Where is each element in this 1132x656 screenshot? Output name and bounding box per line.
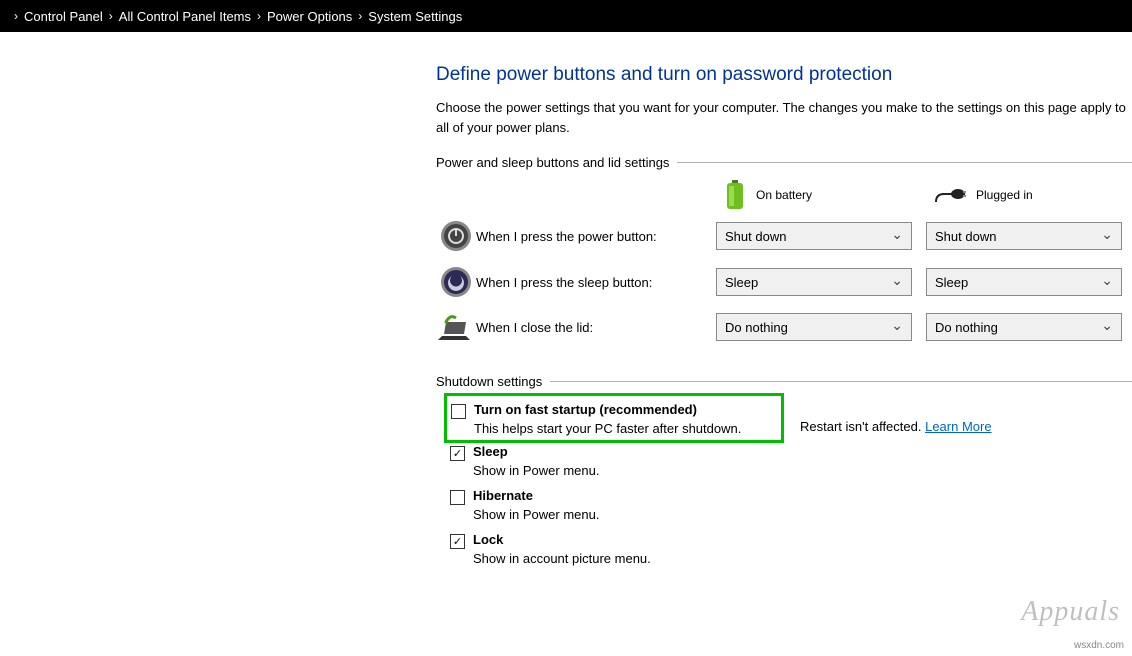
plug-icon (934, 184, 966, 206)
breadcrumb-item[interactable]: Control Panel (24, 9, 103, 24)
checkbox-label: Lock (473, 532, 503, 547)
row-label: When I press the sleep button: (476, 275, 716, 290)
power-button-icon (440, 220, 472, 252)
sleep-button-icon (440, 266, 472, 298)
breadcrumb-item[interactable]: All Control Panel Items (119, 9, 251, 24)
checkbox-description: Show in account picture menu. (473, 551, 1132, 566)
checkbox-lock[interactable]: ✓ (450, 534, 465, 549)
select-lid-plugged[interactable]: Do nothing (926, 313, 1122, 341)
row-label: When I press the power button: (476, 229, 716, 244)
select-power-battery[interactable]: Shut down (716, 222, 912, 250)
section-legend: Shutdown settings (436, 374, 550, 389)
page-title: Define power buttons and turn on passwor… (436, 64, 1132, 86)
row-power-button: When I press the power button: Shut down… (436, 220, 1132, 252)
select-power-plugged[interactable]: Shut down (926, 222, 1122, 250)
watermark-brand: Appuals (1021, 596, 1120, 628)
column-header-plugged: Plugged in (934, 184, 1130, 206)
chevron-right-icon: › (14, 9, 18, 23)
laptop-lid-icon (438, 312, 474, 342)
checkbox-description-trail: Restart isn't affected. Learn More (800, 419, 1132, 434)
checkbox-sleep[interactable]: ✓ (450, 446, 465, 461)
row-sleep-button: When I press the sleep button: Sleep Sle… (436, 266, 1132, 298)
select-sleep-battery[interactable]: Sleep (716, 268, 912, 296)
chevron-right-icon: › (109, 9, 113, 23)
select-sleep-plugged[interactable]: Sleep (926, 268, 1122, 296)
breadcrumb-bar: › Control Panel › All Control Panel Item… (0, 0, 1132, 32)
row-close-lid: When I close the lid: Do nothing Do noth… (436, 312, 1132, 342)
section-buttons-lid: Power and sleep buttons and lid settings… (436, 155, 1132, 356)
annotation-highlight: Turn on fast startup (recommended) This … (444, 393, 784, 443)
section-legend: Power and sleep buttons and lid settings (436, 155, 677, 170)
learn-more-link[interactable]: Learn More (925, 419, 991, 434)
checkbox-hibernate[interactable] (450, 490, 465, 505)
watermark-source: wsxdn.com (1074, 640, 1124, 651)
checkbox-description: Show in Power menu. (473, 507, 1132, 522)
chevron-right-icon: › (257, 9, 261, 23)
section-shutdown: Shutdown settings Turn on fast startup (… (436, 374, 1132, 576)
column-header-battery: On battery (724, 180, 920, 210)
column-label: Plugged in (976, 188, 1033, 202)
checkbox-description: Show in Power menu. (473, 463, 1132, 478)
chevron-right-icon: › (358, 9, 362, 23)
breadcrumb-item[interactable]: Power Options (267, 9, 352, 24)
battery-icon (724, 180, 746, 210)
checkbox-label: Turn on fast startup (recommended) (474, 402, 697, 417)
breadcrumb-item[interactable]: System Settings (368, 9, 462, 24)
checkbox-label: Sleep (473, 444, 508, 459)
page-intro: Choose the power settings that you want … (436, 98, 1126, 137)
row-label: When I close the lid: (476, 320, 716, 335)
column-label: On battery (756, 188, 812, 202)
checkbox-fast-startup[interactable] (451, 404, 466, 419)
checkbox-description: This helps start your PC faster after sh… (474, 421, 777, 436)
checkbox-label: Hibernate (473, 488, 533, 503)
select-lid-battery[interactable]: Do nothing (716, 313, 912, 341)
